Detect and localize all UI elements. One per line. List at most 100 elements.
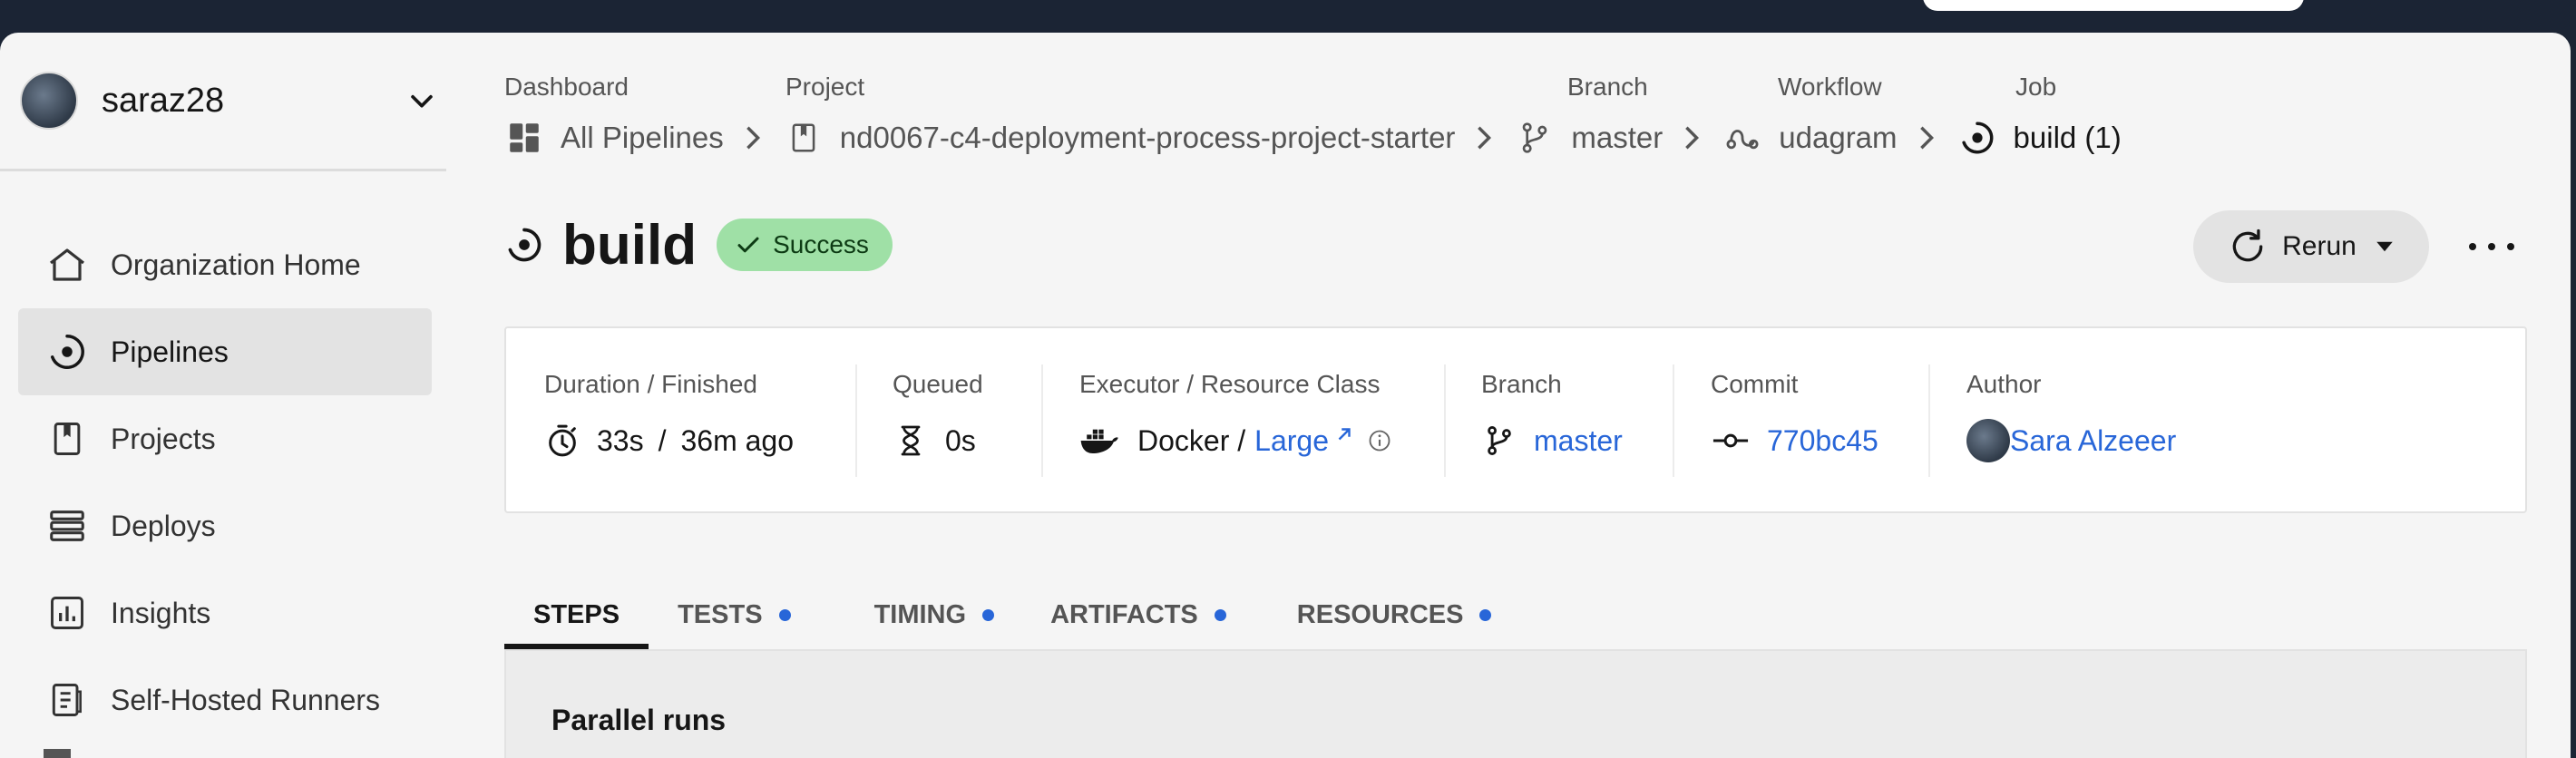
divider bbox=[1041, 364, 1043, 477]
top-bar bbox=[0, 0, 2576, 33]
sidebar-item-insights[interactable]: Insights bbox=[18, 569, 432, 656]
crumb-label: nd0067-c4-deployment-process-project-sta… bbox=[839, 121, 1456, 154]
tab-label: ARTIFACTS bbox=[1050, 599, 1198, 629]
sidebar-item-projects[interactable]: Projects bbox=[18, 395, 432, 482]
steps-panel: Parallel runs bbox=[504, 649, 2527, 758]
sidebar-item-label: Projects bbox=[111, 422, 216, 455]
crumb-all-pipelines[interactable]: All Pipelines bbox=[504, 118, 724, 158]
job-tabs: STEPS TESTS TIMING ARTIFACTS RESOURCES bbox=[504, 580, 1520, 649]
rerun-label: Rerun bbox=[2282, 231, 2356, 261]
crumb-label: All Pipelines bbox=[561, 121, 724, 154]
external-link-icon[interactable] bbox=[1334, 424, 1354, 444]
more-dot bbox=[2488, 243, 2495, 250]
tab-label: TESTS bbox=[678, 599, 763, 629]
divider bbox=[855, 364, 857, 477]
detail-value: master bbox=[1481, 421, 1623, 461]
more-dot bbox=[2507, 243, 2514, 250]
git-commit-icon bbox=[1711, 423, 1751, 459]
crumb-project[interactable]: nd0067-c4-deployment-process-project-sta… bbox=[784, 118, 1456, 158]
detail-value: Sara Alzeeer bbox=[1966, 419, 2176, 462]
tab-timing[interactable]: TIMING bbox=[820, 580, 1024, 649]
commit-link[interactable]: 770bc45 bbox=[1767, 424, 1878, 458]
pipelines-icon bbox=[44, 328, 91, 375]
sidebar-nav: Organization Home Pipelines Projects Dep… bbox=[18, 221, 432, 743]
crumb-head-dashboard: Dashboard bbox=[504, 73, 629, 101]
detail-label: Duration / Finished bbox=[544, 370, 758, 398]
refresh-icon bbox=[2232, 228, 2263, 262]
tab-tests[interactable]: TESTS bbox=[649, 580, 819, 649]
crumb-branch[interactable]: master bbox=[1515, 118, 1663, 158]
crumb-head-job: Job bbox=[2015, 73, 2057, 101]
tab-label: STEPS bbox=[533, 599, 620, 629]
indicator-dot bbox=[778, 608, 791, 621]
insights-icon bbox=[44, 589, 91, 637]
divider bbox=[1673, 364, 1674, 477]
chevron-right-icon bbox=[744, 124, 764, 151]
stopwatch-icon bbox=[544, 423, 581, 459]
sidebar-item-label: Insights bbox=[111, 596, 211, 629]
check-icon bbox=[737, 237, 759, 253]
sidebar-item-pipelines[interactable]: Pipelines bbox=[18, 308, 432, 395]
sidebar-item-label: Organization Home bbox=[111, 248, 361, 281]
more-dot bbox=[2469, 243, 2476, 250]
tab-steps[interactable]: STEPS bbox=[504, 580, 649, 649]
detail-value: 0s bbox=[893, 421, 976, 461]
job-icon bbox=[1957, 118, 1997, 158]
git-branch-icon bbox=[1481, 423, 1517, 459]
executor-value: Docker / bbox=[1137, 423, 1246, 457]
deploys-icon bbox=[44, 502, 91, 549]
home-icon bbox=[44, 241, 91, 288]
status-label: Success bbox=[773, 230, 869, 258]
tab-artifacts[interactable]: ARTIFACTS bbox=[1023, 580, 1255, 649]
crumb-head-project: Project bbox=[785, 73, 865, 101]
chevron-right-icon bbox=[1475, 124, 1495, 151]
sidebar-item-label: Deploys bbox=[111, 509, 216, 542]
sidebar-item-self-hosted-runners[interactable]: Self-Hosted Runners bbox=[18, 656, 432, 743]
crumb-job[interactable]: build (1) bbox=[1957, 118, 2122, 158]
duration-separator: / bbox=[658, 423, 667, 457]
job-icon bbox=[508, 228, 542, 262]
rerun-button[interactable]: Rerun bbox=[2193, 210, 2429, 283]
tab-resources[interactable]: RESOURCES bbox=[1255, 580, 1521, 649]
job-details-card: Duration / Finished 33s / 36m ago Queued… bbox=[504, 326, 2527, 513]
branch-link[interactable]: master bbox=[1534, 424, 1623, 458]
sidebar-item-partial bbox=[44, 749, 71, 758]
workflow-icon bbox=[1722, 118, 1762, 158]
git-branch-icon bbox=[1515, 118, 1555, 158]
indicator-dot bbox=[1214, 608, 1226, 621]
more-options-button[interactable] bbox=[2469, 230, 2514, 263]
info-icon[interactable] bbox=[1367, 428, 1392, 453]
runners-icon bbox=[44, 676, 91, 724]
tab-label: RESOURCES bbox=[1296, 599, 1464, 629]
crumb-head-branch: Branch bbox=[1567, 73, 1648, 101]
detail-label: Queued bbox=[893, 370, 983, 398]
sidebar-item-deploys[interactable]: Deploys bbox=[18, 482, 432, 569]
app-window: saraz28 Organization Home Pipelines Proj… bbox=[0, 33, 2571, 758]
author-link[interactable]: Sara Alzeeer bbox=[2010, 424, 2176, 458]
caret-down-icon bbox=[2376, 241, 2393, 252]
parallel-runs-heading: Parallel runs bbox=[551, 704, 727, 736]
sidebar-divider bbox=[0, 169, 446, 171]
detail-value: Docker / Large bbox=[1079, 421, 1392, 461]
finished-value: 36m ago bbox=[680, 423, 795, 457]
divider bbox=[1928, 364, 1930, 477]
resource-class-link[interactable]: Large bbox=[1254, 424, 1329, 458]
project-icon bbox=[44, 415, 91, 462]
detail-value: 770bc45 bbox=[1711, 421, 1878, 461]
crumb-label: master bbox=[1571, 121, 1664, 154]
dashboard-icon bbox=[504, 118, 544, 158]
detail-label: Branch bbox=[1481, 370, 1562, 398]
hourglass-icon bbox=[893, 423, 929, 459]
sidebar-item-label: Pipelines bbox=[111, 335, 229, 368]
sidebar-item-organization-home[interactable]: Organization Home bbox=[18, 221, 432, 308]
tab-label: TIMING bbox=[873, 599, 967, 629]
divider bbox=[1444, 364, 1446, 477]
duration-value: 33s bbox=[597, 423, 644, 457]
indicator-dot bbox=[1479, 608, 1492, 621]
top-search-pill[interactable] bbox=[1923, 0, 2304, 11]
crumb-workflow[interactable]: udagram bbox=[1722, 118, 1898, 158]
project-icon bbox=[784, 118, 824, 158]
job-header: build Success bbox=[504, 209, 893, 281]
crumb-label: build (1) bbox=[2013, 121, 2122, 154]
docker-icon bbox=[1079, 423, 1121, 459]
